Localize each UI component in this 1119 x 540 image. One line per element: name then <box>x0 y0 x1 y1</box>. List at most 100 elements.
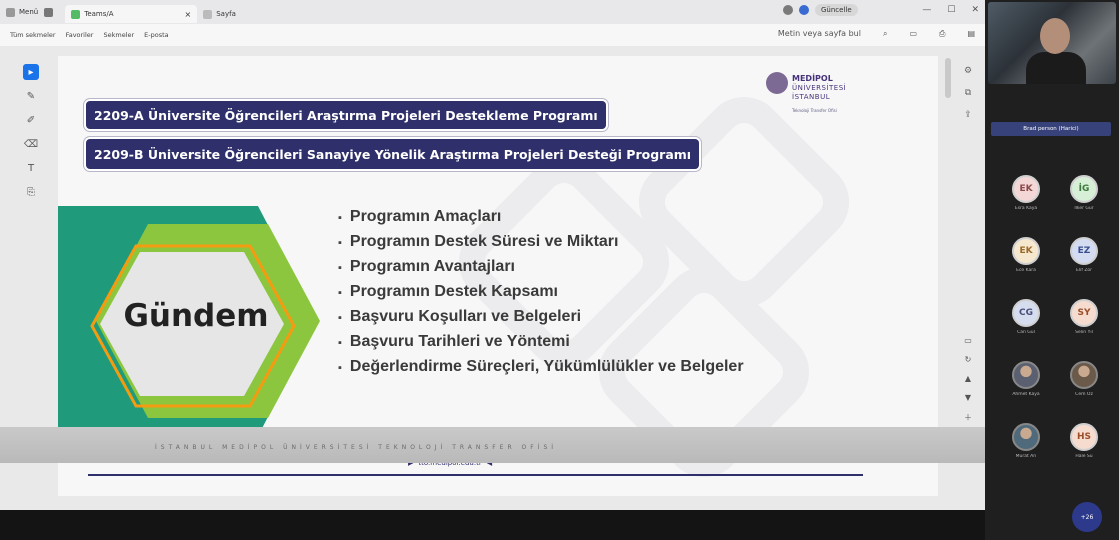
draw-tool-icon[interactable]: ✐ <box>23 112 39 128</box>
agenda-item: Programın Destek Kapsamı <box>338 283 744 301</box>
agenda-item: Programın Destek Süresi ve Miktarı <box>338 233 744 251</box>
erase-tool-icon[interactable]: ⌫ <box>23 136 39 152</box>
participant-name: Elif Zor <box>1075 268 1093 273</box>
participant-name: Cem Öz <box>1075 392 1093 397</box>
participant-tile[interactable]: HS Hale Su <box>1059 423 1109 471</box>
participant-name: Murat Arı <box>1015 454 1037 459</box>
workspace-icon[interactable] <box>44 7 57 17</box>
rotate-icon[interactable]: ↻ <box>965 355 972 364</box>
menu-button[interactable]: Menü <box>6 7 39 17</box>
select-tool-icon[interactable]: ▸ <box>23 64 39 80</box>
participant-avatar <box>1070 361 1098 389</box>
tab-inactive[interactable]: Sayfa <box>197 5 242 23</box>
agenda-title: Gündem <box>123 298 269 334</box>
agenda-item: Başvuru Tarihleri ve Yöntemi <box>338 333 744 351</box>
bottom-bar <box>0 510 985 540</box>
speaker-body <box>1026 52 1086 84</box>
logo-line2: ÜNİVERSİTESİ <box>792 84 847 92</box>
tab-active[interactable]: Teams/A × <box>65 5 198 23</box>
close-tab-icon[interactable]: × <box>185 10 192 19</box>
more-participants-button[interactable]: +26 <box>1072 502 1102 532</box>
page-down-icon[interactable]: ▼ <box>965 393 971 402</box>
close-window-icon[interactable]: ✕ <box>971 5 979 15</box>
participant-tile[interactable]: İG İlker Gür <box>1059 175 1109 223</box>
tab-label: Teams/A <box>84 10 114 18</box>
participant-tile[interactable]: EK Esra Kaya <box>1001 175 1051 223</box>
logo-line1: MEDİPOL <box>792 74 833 83</box>
participant-name: Selin Yıl <box>1075 330 1093 335</box>
participant-name: Esra Kaya <box>1014 206 1038 211</box>
agenda-list: Programın Amaçları Programın Destek Süre… <box>338 208 744 383</box>
extension-icon[interactable] <box>783 5 793 15</box>
participant-avatar: İG <box>1070 175 1098 203</box>
workspace-glyph-icon <box>44 7 54 17</box>
participant-tile[interactable]: SY Selin Yıl <box>1059 299 1109 347</box>
bookmark-item[interactable]: Favoriler <box>66 31 94 39</box>
participant-tile[interactable]: CG Can Gül <box>1001 299 1051 347</box>
logo-emblem-icon <box>766 72 788 94</box>
page-up-icon[interactable]: ▲ <box>965 374 971 383</box>
participant-avatar: EK <box>1012 237 1040 265</box>
participant-avatar: CG <box>1012 299 1040 327</box>
agenda-item: Başvuru Koşulları ve Belgeleri <box>338 308 744 326</box>
bookmarks-bar: Tüm sekmeler Favoriler Sekmeler E-posta … <box>0 24 985 46</box>
text-tool-icon[interactable]: T <box>23 160 39 176</box>
settings-icon[interactable]: ⚙ <box>964 66 972 76</box>
participant-avatar: EZ <box>1070 237 1098 265</box>
pdf-viewer: ▸ ✎ ✐ ⌫ T ⎘ 2209-A Üniversite Öğrenciler… <box>0 46 985 540</box>
participant-avatar <box>1012 423 1040 451</box>
tab-favicon-icon <box>203 9 213 19</box>
menu-label: Menü <box>19 8 39 16</box>
participants-panel: Brad person (Harici) EK Esra Kaya İG İlker … <box>985 0 1119 540</box>
highlight-tool-icon[interactable]: ✎ <box>23 88 39 104</box>
participant-avatar <box>1012 361 1040 389</box>
speaker-video[interactable] <box>988 2 1116 84</box>
participant-tile[interactable]: Cem Öz <box>1059 361 1109 409</box>
participant-name: Can Gül <box>1017 330 1035 335</box>
participant-name: Ece Kara <box>1016 268 1036 273</box>
tab-favicon-icon <box>71 9 81 19</box>
participant-tile[interactable]: Murat Arı <box>1001 423 1051 471</box>
participant-name: İlker Gür <box>1074 206 1094 211</box>
viewer-side-tools: ⚙ ⧉ ⇪ <box>958 66 978 120</box>
participant-avatar: SY <box>1070 299 1098 327</box>
agenda-item: Programın Avantajları <box>338 258 744 276</box>
window-controls: — ☐ ✕ <box>922 5 979 15</box>
stamp-tool-icon[interactable]: ⎘ <box>23 184 39 200</box>
maximize-icon[interactable]: ☐ <box>947 5 955 15</box>
annotation-toolbar: ▸ ✎ ✐ ⌫ T ⎘ <box>20 64 42 200</box>
menu-icon <box>6 7 15 17</box>
profile-avatar[interactable] <box>799 5 809 15</box>
logo-line3: İSTANBUL <box>792 93 831 101</box>
zoom-in-icon[interactable]: ＋ <box>964 412 972 423</box>
share-icon[interactable]: ⇪ <box>964 110 972 120</box>
agenda-item: Programın Amaçları <box>338 208 744 226</box>
participant-tile[interactable]: EK Ece Kara <box>1001 237 1051 285</box>
footer-divider <box>88 474 863 476</box>
tab-label: Sayfa <box>216 10 236 18</box>
participant-tile[interactable]: Ahmet Kaya <box>1001 361 1051 409</box>
bookmark-item[interactable]: Sekmeler <box>103 31 134 39</box>
save-icon[interactable]: ▤ <box>967 29 975 39</box>
profile-area: Güncelle <box>783 4 858 16</box>
agenda-graphic: Gündem <box>58 206 328 436</box>
minimize-icon[interactable]: — <box>922 5 931 15</box>
find-in-page[interactable]: Metin veya sayfa bul <box>778 29 861 39</box>
print-icon[interactable]: ⎙ <box>939 29 945 39</box>
participant-avatar: EK <box>1012 175 1040 203</box>
fit-page-icon[interactable]: ▭ <box>964 336 972 345</box>
logo-line4: Teknoloji Transfer Ofisi <box>792 108 837 113</box>
update-button[interactable]: Güncelle <box>815 4 858 16</box>
participant-tile[interactable]: EZ Elif Zor <box>1059 237 1109 285</box>
university-logo: MEDİPOL ÜNİVERSİTESİ İSTANBUL Teknoloji … <box>758 68 908 128</box>
search-icon[interactable]: ⌕ <box>883 29 887 39</box>
bookmark-item[interactable]: Tüm sekmeler <box>10 31 56 39</box>
banner-2209a: 2209-A Üniversite Öğrencileri Araştırma … <box>86 101 606 129</box>
speaker-label: Brad person (Harici) <box>991 122 1111 136</box>
tab-bar: Menü Teams/A × Sayfa Güncelle — ☐ ✕ <box>0 0 985 24</box>
page-view-icon[interactable]: ▭ <box>909 29 917 39</box>
copy-icon[interactable]: ⧉ <box>965 88 971 98</box>
scrollbar[interactable] <box>945 58 951 98</box>
participant-name: Hale Su <box>1075 454 1093 459</box>
bookmark-item[interactable]: E-posta <box>144 31 168 39</box>
